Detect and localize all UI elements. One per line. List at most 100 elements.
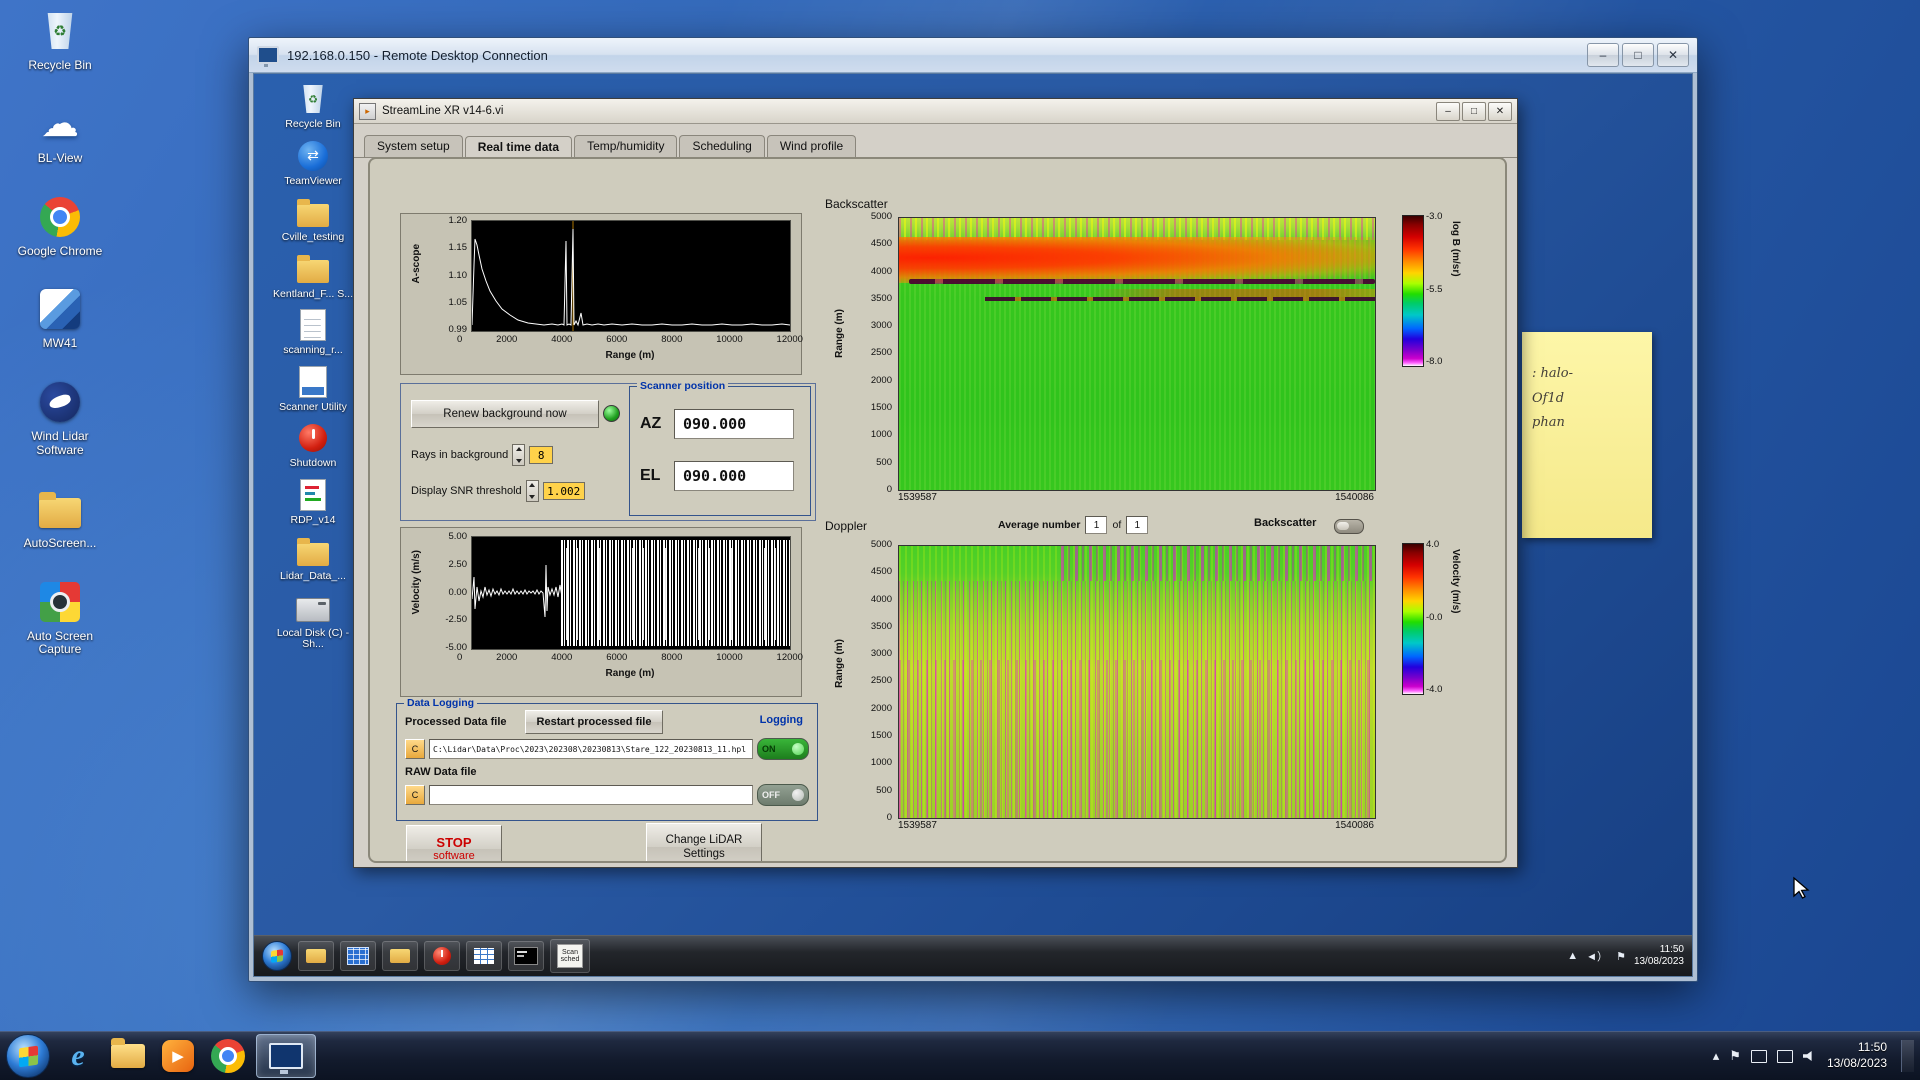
remote-desktop-task-button[interactable] [256, 1034, 316, 1078]
raw-logging-toggle[interactable]: OFF [757, 784, 809, 806]
doppler-heatmap[interactable] [898, 545, 1376, 819]
remote-clock[interactable]: 11:50 13/08/2023 [1634, 944, 1684, 969]
stop-software-button[interactable]: STOP software [406, 825, 502, 863]
ascope-plot[interactable]: A-scope 1.201.151.101.050.99 02000400060… [400, 213, 802, 375]
desktop-icon-google-chrome[interactable]: Google Chrome [10, 194, 110, 259]
close-button[interactable]: ✕ [1488, 102, 1512, 121]
renew-background-button[interactable]: Renew background now [411, 400, 599, 428]
tab-real-time-data[interactable]: Real time data [465, 136, 572, 158]
desktop-icon-recycle-bin[interactable]: ♻ Recycle Bin [10, 8, 110, 73]
hidden-icons-arrow[interactable]: ▴ [1713, 1048, 1720, 1064]
snr-spinner[interactable] [526, 480, 539, 502]
rays-value-field[interactable]: 8 [529, 446, 553, 464]
desktop-icon-auto-screen-capture[interactable]: Auto Screen Capture [10, 579, 110, 658]
desktop-icon-mw41[interactable]: MW41 [10, 286, 110, 351]
volume-icon[interactable] [1803, 1050, 1817, 1062]
rdp-file-icon [295, 478, 331, 512]
velocity-plot-area[interactable] [471, 536, 791, 650]
maximize-button[interactable]: □ [1462, 102, 1486, 121]
shutdown-button[interactable] [424, 941, 460, 971]
media-player-button[interactable]: ▶ [156, 1034, 200, 1078]
ascope-plot-area[interactable] [471, 220, 791, 332]
rdp-titlebar[interactable]: 192.168.0.150 - Remote Desktop Connectio… [249, 38, 1697, 73]
scan-sched-button[interactable]: Scansched [550, 939, 590, 973]
icon-label: Shutdown [290, 458, 337, 470]
remote-icon-lidar-data[interactable]: Lidar_Data_... [268, 534, 358, 583]
minimize-button[interactable]: – [1587, 43, 1619, 67]
backscatter-toggle-label: Backscatter [1254, 517, 1316, 529]
maximize-button[interactable]: □ [1622, 43, 1654, 67]
remote-taskbar: Scansched ▲ ◄） ⚑ 11:50 13/08/2023 [254, 935, 1692, 976]
icon-label: TeamViewer [284, 176, 342, 188]
show-desktop-button[interactable] [1901, 1040, 1914, 1071]
action-center-flag-icon[interactable]: ⚑ [1729, 1048, 1741, 1064]
remote-icon-cville-testing[interactable]: Cville_testing [268, 195, 358, 244]
icon-label: Scanner Utility [279, 402, 347, 414]
backscatter-toggle[interactable] [1334, 519, 1364, 534]
restart-processed-file-button[interactable]: Restart processed file [525, 710, 663, 734]
clock[interactable]: 11:50 13/08/2023 [1827, 1040, 1887, 1071]
desktop-icon-wind-lidar[interactable]: Wind Lidar Software [10, 379, 110, 458]
snr-value-field[interactable]: 1.002 [543, 482, 585, 500]
tab-temp-humidity[interactable]: Temp/humidity [574, 135, 677, 157]
start-orb[interactable] [262, 941, 292, 971]
velocity-dense-trace-2 [561, 548, 790, 640]
rays-spinner[interactable] [512, 444, 525, 466]
doppler-colorbar-ticks: 4.0-0.0-4.0 [1426, 539, 1442, 695]
app-button-blue[interactable] [340, 941, 376, 971]
sticky-note-line: Of1d [1532, 387, 1642, 412]
labview-vi-icon: ▸ [359, 103, 376, 120]
tab-wind-profile[interactable]: Wind profile [767, 135, 856, 157]
remote-icon-rdp-v14[interactable]: RDP_v14 [268, 478, 358, 527]
el-value-field[interactable]: 090.000 [674, 461, 794, 491]
display-icon[interactable] [1751, 1050, 1767, 1063]
media-player-icon: ▶ [162, 1040, 194, 1072]
logging-label: Logging [760, 714, 803, 726]
volume-icon[interactable]: ◄） [1586, 948, 1608, 964]
desktop-icon-bl-view[interactable]: ☁ BL-View [10, 101, 110, 166]
backscatter-y-axis-label: Range (m) [834, 309, 845, 358]
app-button-folder[interactable] [382, 941, 418, 971]
remote-icon-kentland[interactable]: Kentland_F... S... [268, 252, 358, 301]
tab-scheduling[interactable]: Scheduling [679, 135, 764, 157]
renew-status-led-icon [603, 405, 620, 422]
remote-icon-teamviewer[interactable]: ⇄ TeamViewer [268, 139, 358, 188]
document-icon [295, 308, 331, 342]
remote-icon-recycle-bin[interactable]: ♻ Recycle Bin [268, 82, 358, 131]
hidden-icons-arrow[interactable]: ▲ [1567, 950, 1578, 962]
raw-path-field[interactable] [429, 785, 753, 805]
remote-icon-shutdown[interactable]: Shutdown [268, 421, 358, 470]
backscatter-heatmap[interactable] [898, 217, 1376, 491]
network-icon[interactable] [1777, 1050, 1793, 1063]
remote-icon-scanning[interactable]: scanning_r... [268, 308, 358, 357]
internet-explorer-button[interactable]: e [56, 1034, 100, 1078]
console-icon [514, 947, 538, 965]
average-of-field[interactable]: 1 [1126, 516, 1148, 534]
explorer-button[interactable] [106, 1034, 150, 1078]
average-number-field[interactable]: 1 [1085, 516, 1107, 534]
sticky-note[interactable]: : halo- Of1d phan [1522, 332, 1652, 538]
start-orb[interactable] [6, 1034, 50, 1078]
az-value-field[interactable]: 090.000 [674, 409, 794, 439]
drive-selector[interactable]: C [405, 785, 425, 805]
processed-logging-toggle[interactable]: ON [757, 738, 809, 760]
app-button-grid[interactable] [466, 941, 502, 971]
console-button[interactable] [508, 941, 544, 971]
flag-icon[interactable]: ⚑ [1616, 950, 1626, 963]
streamline-titlebar[interactable]: ▸ StreamLine XR v14-6.vi – □ ✕ [354, 99, 1517, 124]
close-button[interactable]: ✕ [1657, 43, 1689, 67]
change-lidar-settings-button[interactable]: Change LiDAR Settings [646, 823, 762, 863]
velocity-plot[interactable]: Velocity (m/s) 5.002.500.00-2.50-5.00 [400, 527, 802, 697]
drive-selector[interactable]: C [405, 739, 425, 759]
teamviewer-icon: ⇄ [295, 139, 331, 173]
minimize-button[interactable]: – [1436, 102, 1460, 121]
chrome-button[interactable] [206, 1034, 250, 1078]
icon-label: Lidar_Data_... [280, 571, 346, 583]
desktop-icon-autoscreen[interactable]: AutoScreen... [10, 486, 110, 551]
remote-icon-local-disk[interactable]: Local Disk (C) - Sh... [268, 591, 358, 651]
remote-icon-scanner-utility[interactable]: Scanner Utility [268, 365, 358, 414]
explorer-button[interactable] [298, 941, 334, 971]
processed-path-field[interactable]: C:\Lidar\Data\Proc\2023\202308\20230813\… [429, 739, 753, 759]
tab-system-setup[interactable]: System setup [364, 135, 463, 157]
doppler-x-ticks: 15395871540086 [898, 820, 1374, 831]
